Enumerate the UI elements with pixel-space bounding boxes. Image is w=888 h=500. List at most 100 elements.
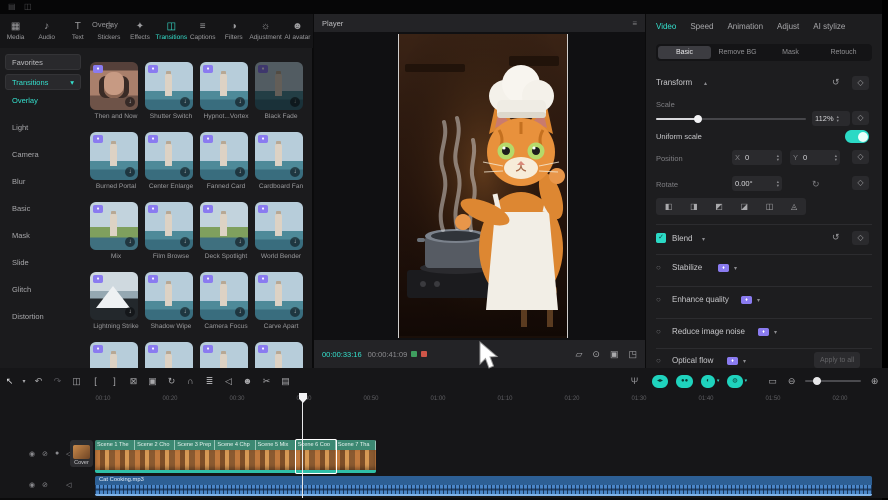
flip-horizontal-icon[interactable]: ◧ [665,202,673,211]
transition-item[interactable]: ♦↓Shadow Wipe [145,272,193,342]
stabilize-section-title[interactable]: Stabilize [672,263,702,272]
scale-stepper[interactable]: ▴▾ [837,115,839,123]
transition-thumbnail[interactable]: ♦↓ [145,62,193,110]
transition-thumbnail[interactable]: ♦↓ [90,132,138,180]
smart-tool-3-button[interactable]: ◐ [701,375,715,388]
player-menu-icon[interactable]: ≡ [632,19,637,28]
select-tool-caret-icon[interactable]: ▾ [19,378,29,385]
tab-captions[interactable]: ≡Captions [187,22,218,41]
subtab-basic[interactable]: Basic [658,46,711,59]
freeze-frame-icon[interactable]: ▣ [143,376,162,387]
position-y-field[interactable]: Y 0 ▴▾ [790,150,840,165]
preview-axis-icon[interactable]: ▭ [763,376,782,387]
transition-thumbnail[interactable]: ♦↓ [90,62,138,110]
redo-icon[interactable]: ↷ [48,376,67,387]
track2-mute-icon[interactable]: ◁ [66,481,71,489]
transition-item[interactable]: ♦↓Carve Apart [255,272,303,342]
collapse-caret-icon[interactable]: ▴ [704,80,707,87]
noise-section-title[interactable]: Reduce image noise [672,327,745,336]
transition-thumbnail[interactable]: ♦↓ [145,202,193,250]
smart-tool-4-caret-icon[interactable]: ▾ [745,378,748,384]
transition-item-partial[interactable]: ♦ [200,342,248,368]
track2-lock-icon[interactable]: ⊘ [42,481,48,489]
position-keyframe-icon[interactable]: ◇ [852,150,869,164]
fill-icon[interactable]: ◬ [791,202,797,211]
undo-icon[interactable]: ↶ [29,376,48,387]
stabilize-apply-icon[interactable]: ○ [656,263,661,272]
stabilize-caret-icon[interactable]: ▾ [734,265,737,272]
transition-thumbnail[interactable]: ♦↓ [255,272,303,320]
transition-thumbnail[interactable]: ♦ [200,342,248,368]
split-icon[interactable]: ◫ [67,376,86,387]
position-x-field[interactable]: X 0 ▴▾ [732,150,782,165]
track-manager-icon[interactable]: ▤ [276,376,295,387]
avatar-tool-icon[interactable]: ☻ [238,376,257,386]
fit-icon[interactable]: ◫ [766,202,774,211]
transition-thumbnail[interactable]: ♦↓ [90,272,138,320]
transition-item[interactable]: ♦↓Cardboard Fan [255,132,303,202]
tab-effects[interactable]: ✦Effects [124,22,155,41]
subtab-retouch[interactable]: Retouch [817,46,870,59]
preview-quality-icon[interactable]: ▣ [610,349,619,360]
scene-segment[interactable]: Scene 5 Mix [256,440,296,450]
scale-slider-knob[interactable] [694,115,702,123]
delete-icon[interactable]: ⊠ [124,376,143,387]
transition-thumbnail[interactable]: ♦↓ [255,132,303,180]
video-frame[interactable] [398,34,568,338]
blend-section-title[interactable]: Blend [672,234,692,243]
position-y-stepper[interactable]: ▴▾ [835,154,837,162]
transition-item[interactable]: ♦↓Center Enlarge [145,132,193,202]
trim-left-icon[interactable]: [ [86,376,105,386]
transition-thumbnail[interactable]: ♦ [90,342,138,368]
sidebar-item-light[interactable]: Light [12,123,28,132]
enhance-caret-icon[interactable]: ▾ [757,297,760,304]
zoom-out-icon[interactable]: ⊖ [782,376,801,387]
rotate-dial-icon[interactable]: ↻ [812,179,820,190]
transition-thumbnail[interactable]: ♦↓ [145,132,193,180]
track1-eye-icon[interactable]: ◉ [29,450,35,458]
sidebar-item-basic[interactable]: Basic [12,204,30,213]
tab-speed[interactable]: Speed [690,22,713,31]
window-layout-icon[interactable]: ◫ [24,2,32,11]
scene-segment[interactable]: Scene 3 Prep [175,440,215,450]
smart-tool-3-caret-icon[interactable]: ▾ [717,378,720,384]
transition-item[interactable]: ♦↓World Bender [255,202,303,272]
tab-animation[interactable]: Animation [727,22,763,31]
transition-item[interactable]: ♦↓Camera Focus [200,272,248,342]
transition-item[interactable]: ♦↓Shutter Switch [145,62,193,132]
optical-flow-section-title[interactable]: Optical flow [672,356,713,365]
blend-checkbox[interactable]: ✓ [656,233,666,243]
scene-segment[interactable]: Scene 2 Cho [135,440,175,450]
transition-thumbnail[interactable]: ♦↓ [255,62,303,110]
transition-thumbnail[interactable]: ♦↓ [200,132,248,180]
rotate-keyframe-icon[interactable]: ◇ [852,176,869,190]
scene-segment[interactable]: Scene 7 Tha [336,440,376,450]
transition-item-partial[interactable]: ♦ [255,342,303,368]
reverse-icon[interactable]: ↻ [162,376,181,387]
transition-thumbnail[interactable]: ♦↓ [200,272,248,320]
trim-right-icon[interactable]: ] [105,376,124,386]
noise-apply-icon[interactable]: ○ [656,327,661,336]
smart-tool-4-button[interactable]: ◍ [727,375,742,388]
zoom-in-icon[interactable]: ⊕ [865,376,884,387]
subtab-mask[interactable]: Mask [764,46,817,59]
apply-to-all-button[interactable]: Apply to all [814,352,860,368]
scene-segment[interactable]: Scene 1 The [95,440,135,450]
sidebar-item-slide[interactable]: Slide [12,258,29,267]
transition-item[interactable]: ♦↓Then and Now [90,62,138,132]
sidebar-item-distortion[interactable]: Distortion [12,312,44,321]
transition-thumbnail[interactable]: ♦↓ [200,202,248,250]
track1-lock-icon[interactable]: ⊘ [42,450,48,458]
audio-clip[interactable]: Cat Cooking.mp3 [95,476,872,496]
transition-item-partial[interactable]: ♦ [145,342,193,368]
tab-media[interactable]: ▦Media [0,22,31,41]
position-x-stepper[interactable]: ▴▾ [777,154,779,162]
tab-audio[interactable]: ♪Audio [31,22,62,41]
smart-tool-1-button[interactable]: ◂▸ [652,375,668,388]
sidebar-item-blur[interactable]: Blur [12,177,25,186]
sidebar-item-camera[interactable]: Camera [12,150,39,159]
optical-apply-icon[interactable]: ○ [656,356,661,365]
smart-tool-2-button[interactable]: ●● [676,375,693,388]
link-tracks-icon[interactable]: ≣ [200,376,219,387]
transition-item[interactable]: ♦↓Film Browse [145,202,193,272]
